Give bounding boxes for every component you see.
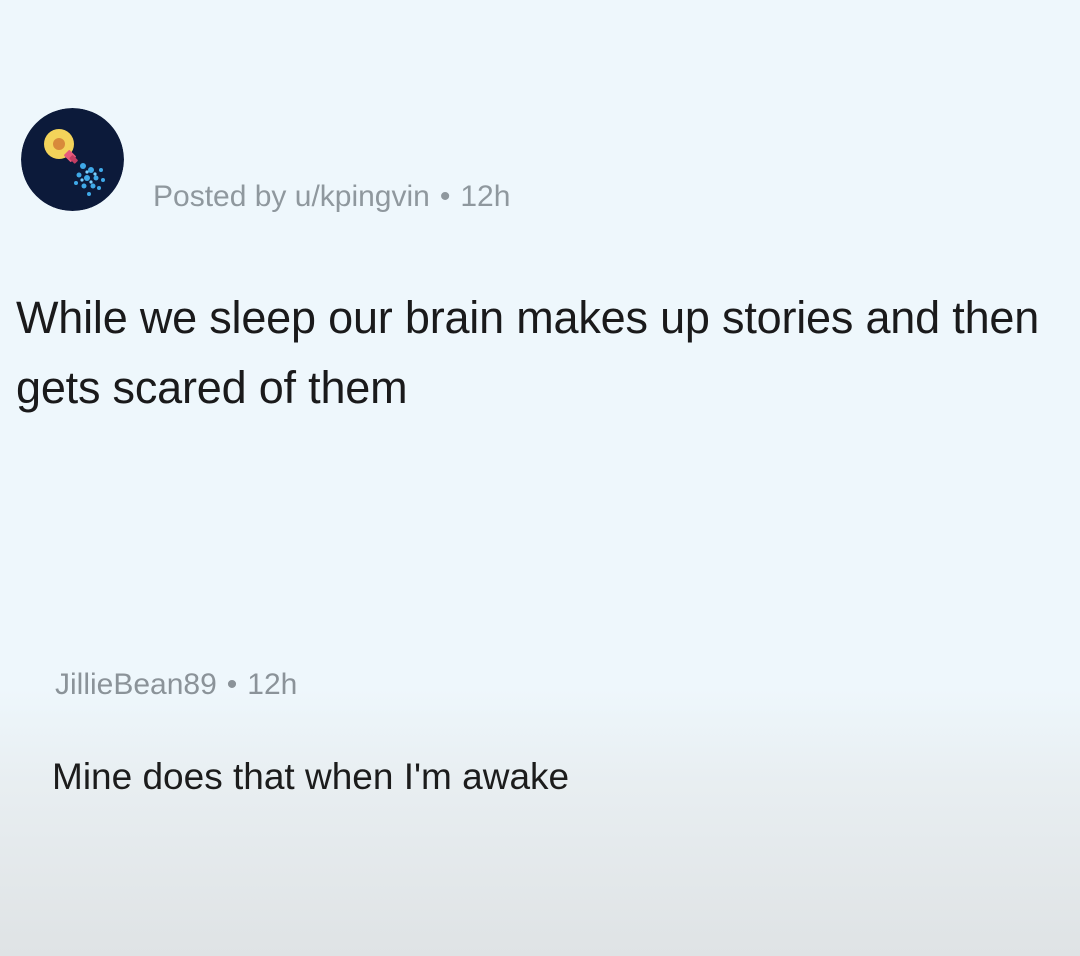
- lightbulb-brain-icon: [21, 108, 124, 211]
- comment-text: Mine does that when I'm awake: [52, 756, 570, 797]
- post-card: Posted by u/kpingvin • 12h While we sleep …: [0, 0, 1080, 956]
- post-time: 12h: [460, 180, 511, 213]
- meta-separator: •: [439, 180, 451, 213]
- post-meta: Posted by u/kpingvin • 12h: [153, 180, 510, 214]
- avatar[interactable]: [21, 108, 124, 211]
- post-author-link[interactable]: Posted by u/kpingvin: [153, 180, 430, 213]
- comment-meta-separator: •: [226, 668, 238, 701]
- comment-author-link[interactable]: JillieBean89: [55, 668, 217, 701]
- post-title[interactable]: While we sleep our brain makes up storie…: [16, 283, 1076, 423]
- comment-time: 12h: [247, 668, 298, 701]
- comment-meta: JillieBean89 • 12h: [55, 668, 297, 702]
